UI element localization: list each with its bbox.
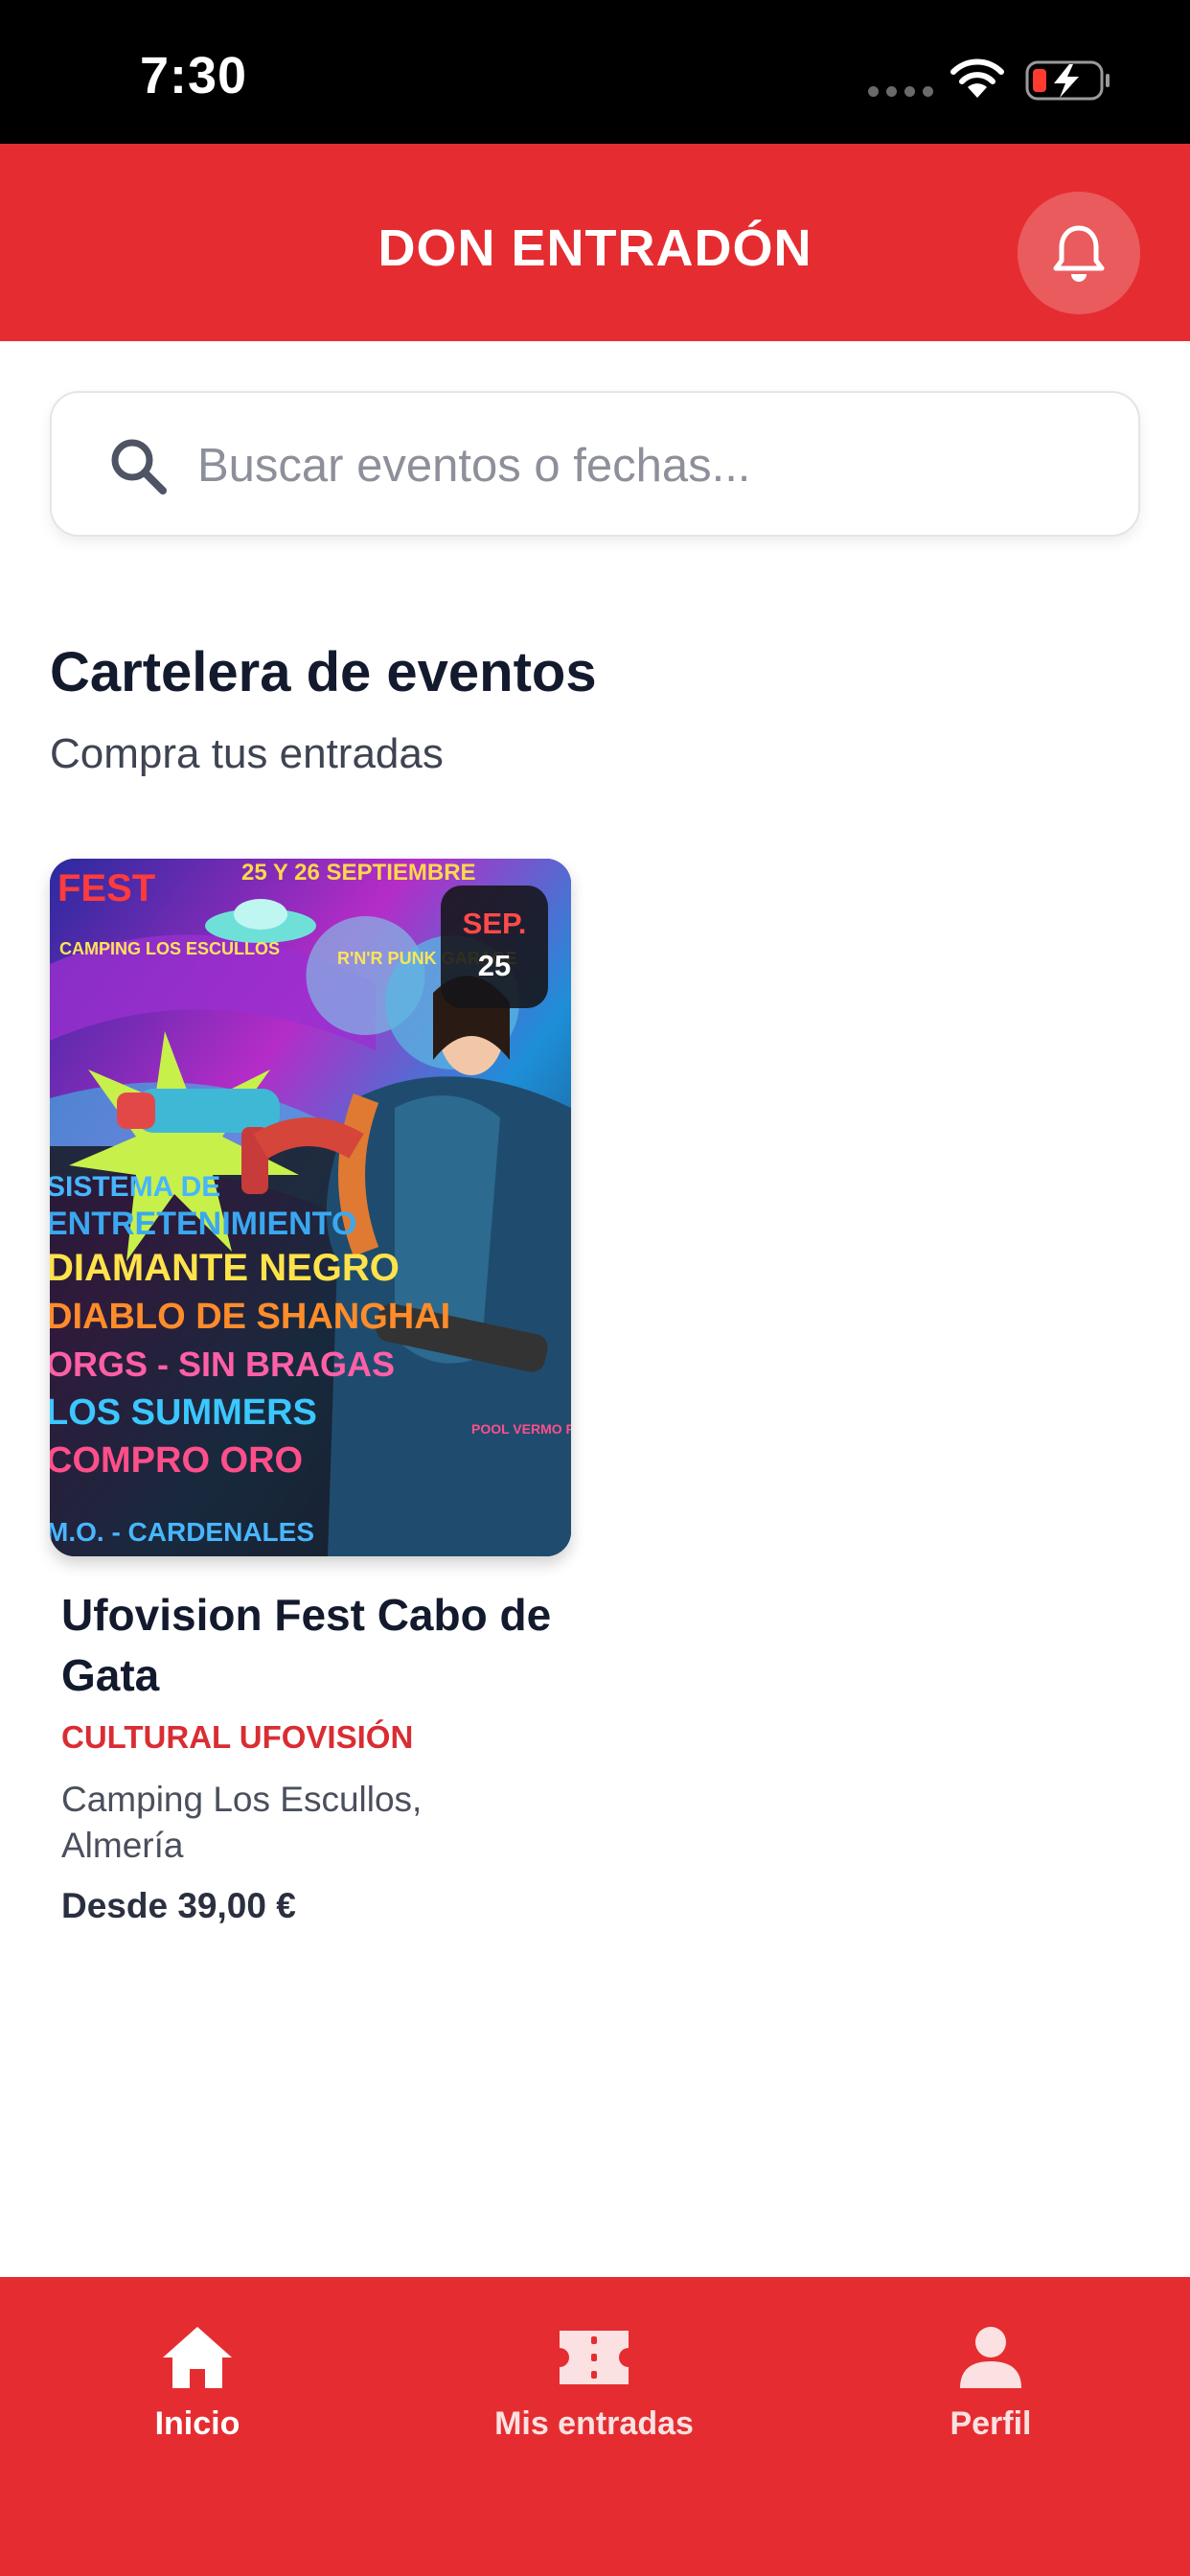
event-poster[interactable]: FEST 25 Y 26 SEPTIEMBRE CAMPING LOS ESCU… [50, 859, 571, 1556]
svg-text:DIAMANTE NEGRO: DIAMANTE NEGRO [50, 1247, 400, 1289]
nav-mis-entradas[interactable]: Mis entradas [450, 2323, 738, 2443]
event-name[interactable]: Ufovision Fest Cabo de Gata [61, 1585, 560, 1706]
bottom-navigation: Inicio Mis entradas Perfil [0, 2277, 1190, 2576]
svg-text:M.O. - CARDENALES: M.O. - CARDENALES [50, 1517, 314, 1547]
event-location: Camping Los Escullos, Almería [61, 1780, 423, 1865]
ticket-icon [560, 2331, 629, 2384]
app-header: DON ENTRADÓN [0, 144, 1190, 341]
bell-icon [1053, 225, 1105, 282]
section-title: Cartelera de eventos [50, 641, 597, 703]
svg-text:ENTRETENIMIENTO: ENTRETENIMIENTO [50, 1206, 356, 1242]
app-title: DON ENTRADÓN [378, 219, 812, 277]
svg-text:ORGS - SIN BRAGAS: ORGS - SIN BRAGAS [50, 1345, 395, 1384]
wifi-icon [950, 58, 1004, 98]
search-icon [111, 439, 167, 494]
section-subtitle: Compra tus entradas [50, 730, 444, 777]
event-organizer: CULTURAL UFOVISIÓN [61, 1719, 414, 1755]
svg-text:25 Y 26 SEPTIEMBRE: 25 Y 26 SEPTIEMBRE [241, 860, 476, 886]
nav-perfil-label: Perfil [950, 2405, 1032, 2442]
search-bar[interactable] [50, 391, 1140, 537]
status-bar: 7:30 [0, 0, 1190, 144]
svg-text:SISTEMA DE: SISTEMA DE [50, 1171, 220, 1203]
user-icon [960, 2327, 1021, 2388]
search-input[interactable] [197, 431, 1098, 500]
nav-inicio-label: Inicio [154, 2405, 240, 2442]
date-badge: SEP. 25 [441, 886, 548, 1008]
nav-inicio[interactable]: Inicio [54, 2323, 341, 2443]
cellular-signal-icon [868, 86, 933, 97]
home-icon [163, 2327, 232, 2388]
status-time: 7:30 [140, 47, 248, 104]
svg-text:POOL VERMO PARTY + CONCURSO DE: POOL VERMO PARTY + CONCURSO DE DISFRAZ [471, 1421, 571, 1437]
svg-text:COMPRO ORO: COMPRO ORO [50, 1440, 303, 1481]
nav-perfil[interactable]: Perfil [847, 2323, 1134, 2443]
svg-text:FEST: FEST [57, 867, 155, 909]
svg-text:DIABLO DE SHANGHAI: DIABLO DE SHANGHAI [50, 1297, 450, 1337]
date-day: 25 [477, 949, 512, 982]
svg-text:LOS SUMMERS: LOS SUMMERS [50, 1392, 317, 1433]
event-price: Desde 39,00 € [61, 1886, 296, 1925]
svg-text:CAMPING LOS ESCULLOS: CAMPING LOS ESCULLOS [59, 939, 280, 958]
date-month: SEP. [462, 907, 527, 940]
nav-mis-entradas-label: Mis entradas [494, 2405, 694, 2442]
notifications-button[interactable] [1018, 192, 1140, 314]
battery-charging-icon [1025, 60, 1110, 101]
